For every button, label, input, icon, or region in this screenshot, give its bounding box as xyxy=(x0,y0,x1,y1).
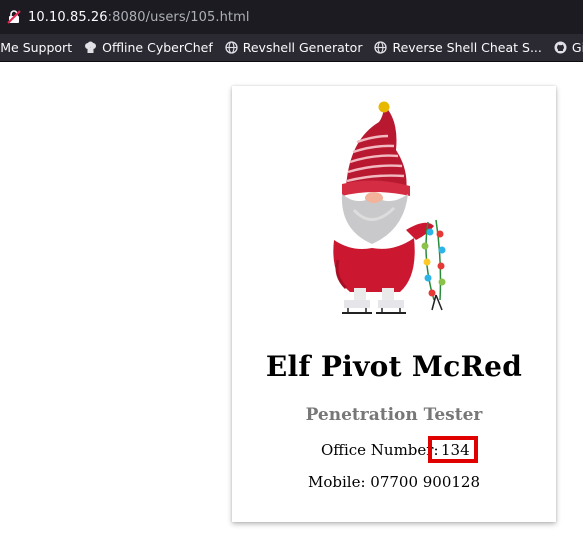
bookmark-label: kMe Support xyxy=(0,40,73,55)
bookmark-github[interactable]: Git xyxy=(554,40,583,55)
github-icon xyxy=(554,41,567,54)
url-host: 10.10.85.26 xyxy=(28,9,108,25)
chef-hat-icon xyxy=(85,41,97,53)
profile-title: Penetration Tester xyxy=(305,405,483,425)
bookmark-support[interactable]: kMe Support xyxy=(0,40,72,55)
url-text: 10.10.85.26:8080/users/105.html xyxy=(28,10,250,25)
address-bar[interactable]: 10.10.85.26:8080/users/105.html xyxy=(0,0,583,34)
highlight-box xyxy=(428,436,478,463)
globe-icon xyxy=(374,41,388,54)
bookmark-reverse-shell-cheat-sheet[interactable]: Reverse Shell Cheat S... xyxy=(374,40,542,55)
bookmark-cyberchef[interactable]: Offline CyberChef xyxy=(84,40,213,55)
url-path: :8080/users/105.html xyxy=(107,9,250,25)
profile-card: Elf Pivot McRed Penetration Tester Offic… xyxy=(232,86,556,522)
office-number-label: Office Number: xyxy=(321,441,439,459)
bookmark-label: Reverse Shell Cheat S... xyxy=(392,40,542,55)
mobile-number: Mobile: 07700 900128 xyxy=(307,473,481,491)
bookmark-label: Git xyxy=(571,40,583,55)
bookmark-revshell-generator[interactable]: Revshell Generator xyxy=(225,40,363,55)
profile-name: Elf Pivot McRed xyxy=(265,350,523,383)
gnome-illustration xyxy=(333,101,446,314)
bookmark-label: Offline CyberChef xyxy=(102,40,213,55)
bookmark-label: Revshell Generator xyxy=(242,40,363,55)
bookmarks-toolbar: kMe Support Offline CyberChef Revshell G… xyxy=(0,34,583,62)
insecure-connection-icon[interactable] xyxy=(6,9,22,25)
globe-icon xyxy=(225,41,238,54)
